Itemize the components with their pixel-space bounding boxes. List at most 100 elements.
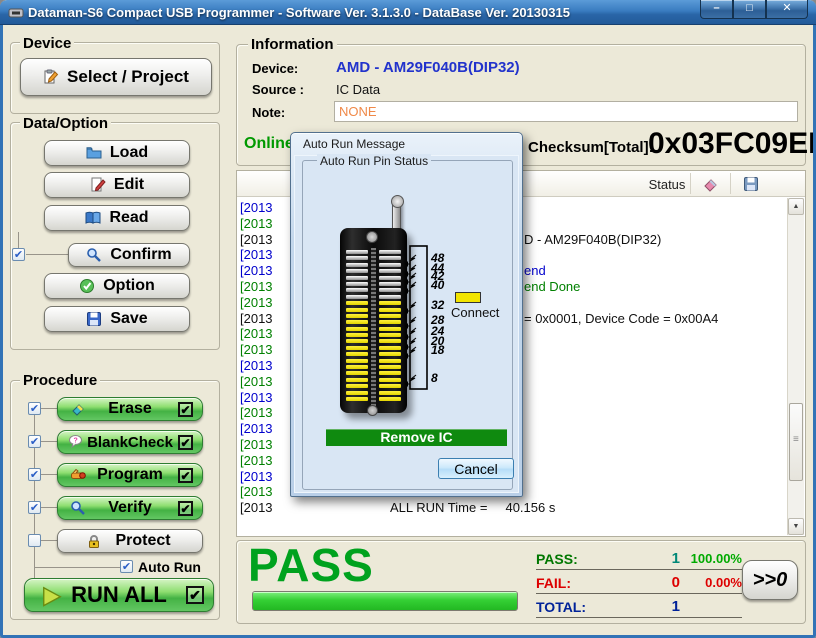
confirm-button[interactable]: Confirm [68, 243, 190, 267]
procedure-trunk-line [34, 408, 35, 580]
balloon-icon: ? [68, 434, 84, 450]
progress-bar [252, 591, 518, 611]
log-scrollbar[interactable]: ▲ ▼ [787, 198, 804, 535]
erase-button[interactable]: Erase ✔ [57, 397, 203, 421]
check-circle-icon [79, 278, 95, 294]
blankcheck-checkbox[interactable]: ✔ [28, 435, 41, 448]
titlebar: Dataman-S6 Compact USB Programmer - Soft… [0, 0, 816, 25]
socket-slot-empty [379, 288, 401, 292]
socket-slot-connected [379, 320, 401, 324]
protect-button[interactable]: Protect [57, 529, 203, 553]
socket-slot-connected [346, 371, 368, 375]
socket-slot-connected [346, 365, 368, 369]
program-button[interactable]: Program ✔ [57, 463, 203, 487]
device-group-label: Device [20, 35, 74, 52]
program-checkbox[interactable]: ✔ [28, 468, 41, 481]
verify-done-check: ✔ [178, 501, 193, 516]
save-label: Save [110, 310, 147, 328]
scroll-down-button[interactable]: ▼ [788, 518, 804, 535]
protect-checkbox[interactable]: ✔ [28, 534, 41, 547]
erase-label: Erase [108, 400, 152, 418]
auto-run-checkbox[interactable]: ✔ [120, 560, 133, 573]
scrollbar-thumb[interactable] [789, 403, 803, 481]
socket-slot-connected [379, 346, 401, 350]
load-label: Load [110, 144, 148, 162]
device-label: Device: [252, 61, 298, 76]
socket-slot-connected [379, 308, 401, 312]
blankcheck-done-check: ✔ [178, 435, 193, 450]
confirm-checkbox[interactable]: ✔ [12, 248, 25, 261]
verify-button[interactable]: Verify ✔ [57, 496, 203, 520]
select-project-label: Select / Project [67, 67, 189, 87]
socket-slot-connected [346, 346, 368, 350]
socket-slot-connected [379, 365, 401, 369]
socket-slot-connected [379, 352, 401, 356]
dialog-body: Auto Run Pin Status 4844424032282420188 … [294, 155, 519, 493]
scroll-up-button[interactable]: ▲ [788, 198, 804, 215]
app-icon [8, 5, 24, 21]
svg-text:?: ? [74, 438, 78, 445]
edit-button[interactable]: Edit [44, 172, 190, 198]
socket-center-strip [371, 248, 376, 408]
run-all-button[interactable]: RUN ALL ✔ [24, 578, 214, 612]
socket-slot-connected [379, 391, 401, 395]
socket-slot-empty [346, 276, 368, 280]
option-button[interactable]: Option [44, 273, 190, 299]
svg-text:40: 40 [430, 278, 445, 292]
fail-stat-row: FAIL: 0 0.00% [536, 572, 742, 594]
read-button[interactable]: Read [44, 205, 190, 231]
counter-reset-button[interactable]: >>0 [742, 560, 798, 600]
eraser-pen-icon [70, 401, 86, 417]
socket-pin-column-right [379, 250, 401, 405]
socket-slot-connected [346, 384, 368, 388]
progress-fill [253, 592, 517, 610]
socket-slot-connected [379, 301, 401, 305]
lock-icon [86, 534, 102, 550]
load-button[interactable]: Load [44, 140, 190, 166]
verify-checkbox[interactable]: ✔ [28, 501, 41, 514]
clipboard-pen-icon [43, 69, 59, 85]
erase-done-check: ✔ [178, 402, 193, 417]
minimize-button[interactable]: – [700, 0, 733, 19]
clear-log-eraser-icon[interactable] [703, 176, 719, 192]
pass-stat-row: PASS: 1 100.00% [536, 548, 742, 570]
socket-slot-empty [346, 288, 368, 292]
erase-checkbox[interactable]: ✔ [28, 402, 41, 415]
pass-label: PASS: [536, 551, 628, 567]
blankcheck-label: BlankCheck [87, 434, 173, 451]
socket-slot-connected [346, 397, 368, 401]
auto-run-connector-line [34, 567, 120, 568]
select-project-button[interactable]: Select / Project [20, 58, 212, 96]
connector-line [41, 441, 57, 442]
source-label: Source : [252, 82, 304, 97]
svg-text:18: 18 [431, 343, 445, 357]
socket-slot-connected [379, 371, 401, 375]
blankcheck-button[interactable]: ? BlankCheck ✔ [57, 430, 203, 454]
socket-slot-connected [346, 359, 368, 363]
socket-slot-connected [379, 378, 401, 382]
fail-label: FAIL: [536, 575, 628, 591]
divider [690, 173, 691, 194]
cancel-button[interactable]: Cancel [438, 458, 514, 479]
divider [730, 173, 731, 194]
confirm-label: Confirm [110, 246, 171, 264]
save-log-floppy-icon[interactable] [743, 176, 759, 192]
auto-run-message-dialog: Auto Run Message Auto Run Pin Status 484… [290, 132, 523, 497]
socket-slot-empty [346, 282, 368, 286]
total-label: TOTAL: [536, 599, 628, 615]
maximize-button[interactable]: □ [733, 0, 766, 19]
procedure-group-label: Procedure [20, 372, 100, 389]
save-button[interactable]: Save [44, 306, 190, 332]
program-done-check: ✔ [178, 468, 193, 483]
socket-slot-empty [346, 269, 368, 273]
edit-label: Edit [114, 176, 144, 194]
edit-pencil-icon [90, 177, 106, 193]
socket-pin-column-left [346, 250, 368, 405]
socket-slot-empty [346, 256, 368, 260]
socket-bottom-tab [367, 405, 378, 416]
note-input[interactable]: NONE [334, 101, 798, 122]
socket-slot-connected [346, 308, 368, 312]
close-button[interactable]: ✕ [766, 0, 808, 19]
socket-slot-connected [346, 320, 368, 324]
socket-screw [366, 231, 378, 243]
